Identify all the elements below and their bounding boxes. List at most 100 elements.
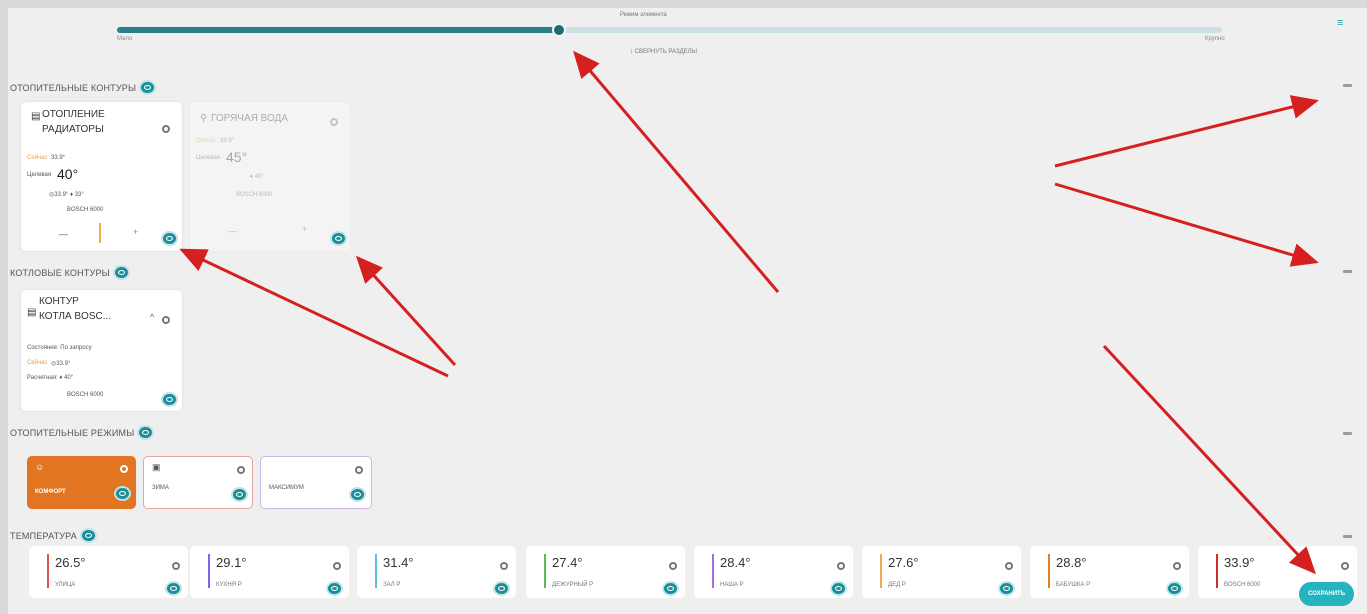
- slider-handle[interactable]: [552, 23, 566, 37]
- temperature-value: 27.6°: [888, 555, 919, 570]
- section-boiler-title: КОТЛОВЫЕ КОНТУРЫ: [10, 265, 130, 280]
- gear-icon[interactable]: [355, 466, 363, 474]
- slider-min-label: Мало: [117, 36, 133, 42]
- sensor-name: BOSCH 6000: [1224, 582, 1261, 588]
- card-title-icon: ⚲: [200, 113, 208, 124]
- size-slider[interactable]: [117, 23, 1222, 37]
- gear-icon[interactable]: [669, 562, 677, 570]
- sensor-color-bar: [1048, 554, 1050, 588]
- temperature-value: 26.5°: [55, 555, 86, 570]
- menu-icon[interactable]: ≡: [1337, 18, 1348, 29]
- chevron-up-icon[interactable]: ^: [150, 312, 154, 322]
- card-title-icon: ▤: [31, 111, 41, 122]
- temperature-card[interactable]: 28.8° БАБУШКА Р: [1030, 546, 1189, 598]
- eye-icon[interactable]: [349, 487, 366, 502]
- temperature-card[interactable]: 31.4° ЗАЛ Р: [357, 546, 516, 598]
- now-value: 33.9°: [220, 138, 235, 144]
- mode-winter[interactable]: ▣ ЗИМА: [143, 456, 253, 509]
- eye-icon[interactable]: [114, 486, 131, 501]
- smile-icon: ☺: [35, 462, 45, 472]
- heating-card-hot-water[interactable]: ⚲ ГОРЯЧАЯ ВОДА Сейчас 33.9° Целевая 45° …: [190, 102, 350, 251]
- mode-comfort[interactable]: ☺ КОМФОРТ: [27, 456, 136, 509]
- gear-icon[interactable]: [1005, 562, 1013, 570]
- eye-icon[interactable]: [139, 80, 157, 95]
- gear-icon[interactable]: [162, 316, 170, 324]
- temperature-value: 27.4°: [552, 555, 583, 570]
- eye-icon[interactable]: [326, 581, 343, 596]
- section-heating-title: ОТОПИТЕЛЬНЫЕ КОНТУРЫ: [10, 80, 157, 95]
- sensor-name: УЛИЦА: [55, 582, 76, 588]
- gear-icon[interactable]: [120, 465, 128, 473]
- temperature-card[interactable]: 26.5° УЛИЦА: [29, 546, 188, 598]
- sensor-color-bar: [47, 554, 49, 588]
- eye-icon[interactable]: [1166, 581, 1183, 596]
- eye-icon[interactable]: [165, 581, 182, 596]
- gear-icon[interactable]: [333, 562, 341, 570]
- eye-icon[interactable]: [161, 392, 178, 407]
- eye-icon[interactable]: [137, 425, 155, 440]
- mode-maximum[interactable]: МАКСИМУМ: [260, 456, 372, 509]
- target-label: Целевая: [27, 172, 52, 178]
- sensor-color-bar: [880, 554, 882, 588]
- temperature-value: 31.4°: [383, 555, 414, 570]
- eye-icon[interactable]: [112, 265, 130, 280]
- collapse-sections-link[interactable]: ↕ СВЕРНУТЬ РАЗДЕЛЫ: [630, 49, 697, 55]
- collapse-dash-icon[interactable]: [1343, 432, 1352, 435]
- device-label: BOSCH 6000: [67, 392, 104, 398]
- sensor-color-bar: [208, 554, 210, 588]
- increase-button[interactable]: +: [133, 227, 138, 237]
- device-label: BOSCH 6000: [236, 192, 273, 198]
- calc-value: Расчетная: ♦ 40°: [27, 375, 74, 381]
- gear-icon[interactable]: [330, 118, 338, 126]
- winter-icon: ▣: [152, 462, 161, 472]
- save-button[interactable]: СОХРАНИТЬ: [1299, 582, 1354, 606]
- gear-icon[interactable]: [1341, 562, 1349, 570]
- page-canvas: [8, 8, 1367, 614]
- eye-icon[interactable]: [493, 581, 510, 596]
- gear-icon[interactable]: [500, 562, 508, 570]
- increase-button[interactable]: +: [302, 224, 307, 234]
- gear-icon[interactable]: [162, 125, 170, 133]
- gear-icon[interactable]: [1173, 562, 1181, 570]
- card-title-line2: РАДИАТОРЫ: [42, 124, 104, 135]
- boiler-card[interactable]: ▤ КОНТУР КОТЛА BOSC... ^ Состояние: По з…: [21, 290, 182, 411]
- eye-icon[interactable]: [161, 231, 178, 246]
- extra-readings: ◎33.9° ♦ 33°: [49, 192, 84, 198]
- card-title-line2: КОТЛА BOSC...: [39, 311, 112, 322]
- temperature-card[interactable]: 27.4° ДЕЖУРНЫЙ Р: [526, 546, 685, 598]
- section-modes-title: ОТОПИТЕЛЬНЫЕ РЕЖИМЫ: [10, 425, 155, 440]
- collapse-dash-icon[interactable]: [1343, 535, 1352, 538]
- mode-label: ЗИМА: [152, 485, 169, 491]
- now-label: Сейчас: [27, 360, 48, 366]
- sensor-name: ДЕЖУРНЫЙ Р: [552, 582, 594, 588]
- target-value: 40°: [57, 166, 79, 182]
- eye-icon[interactable]: [662, 581, 679, 596]
- heating-card-radiators[interactable]: ▤ ОТОПЛЕНИЕ РАДИАТОРЫ Сейчас 33.9° Целев…: [21, 102, 182, 251]
- extra-readings: ♦ 45°: [250, 174, 264, 180]
- now-value: 33.9°: [51, 155, 66, 161]
- slider-max-label: Крупно: [1205, 36, 1225, 42]
- decrease-button[interactable]: —: [59, 229, 68, 239]
- target-value: 45°: [226, 149, 248, 165]
- eye-icon[interactable]: [231, 487, 248, 502]
- temperature-card[interactable]: 29.1° КУХНЯ Р: [190, 546, 349, 598]
- eye-icon[interactable]: [998, 581, 1015, 596]
- temperature-value: 33.9°: [1224, 555, 1255, 570]
- temperature-card[interactable]: 27.6° ДЕД Р: [862, 546, 1021, 598]
- temperature-value: 29.1°: [216, 555, 247, 570]
- sensor-color-bar: [544, 554, 546, 588]
- collapse-dash-icon[interactable]: [1343, 270, 1352, 273]
- eye-icon[interactable]: [80, 528, 97, 543]
- sensor-name: ДЕД Р: [888, 582, 906, 588]
- eye-icon[interactable]: [830, 581, 847, 596]
- collapse-dash-icon[interactable]: [1343, 84, 1352, 87]
- eye-icon[interactable]: [330, 231, 347, 246]
- gear-icon[interactable]: [237, 466, 245, 474]
- gear-icon[interactable]: [172, 562, 180, 570]
- gear-icon[interactable]: [837, 562, 845, 570]
- slider-fill: [117, 27, 559, 33]
- decrease-button[interactable]: —: [228, 226, 237, 236]
- sensor-color-bar: [1216, 554, 1218, 588]
- temperature-card[interactable]: 28.4° НАША Р: [694, 546, 853, 598]
- section-temperature-title: ТЕМПЕРАТУРА: [10, 528, 97, 543]
